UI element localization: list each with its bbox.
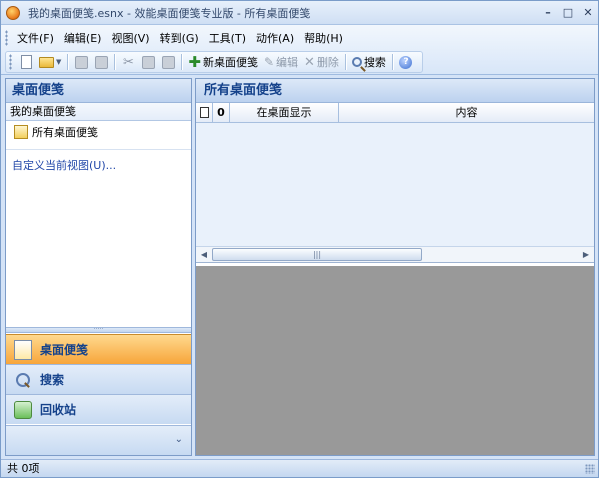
search-button[interactable]: 搜索 [349,52,389,72]
toolbar-separator [181,54,183,70]
nav-divider [6,149,191,150]
column-icon[interactable] [196,103,213,122]
grid-header: 0 在桌面显示 内容 [196,103,594,123]
status-bar: 共 0项 [1,459,598,477]
cut-button[interactable]: ✂ [118,52,138,72]
toolbar: ▼ ✂ ✚ 新桌面便笺 ✎ 编辑 ✕ 删除 搜索 ? [5,51,423,73]
edit-label: 编辑 [276,56,299,69]
pencil-icon: ✎ [263,55,275,69]
help-button[interactable]: ? [396,52,416,72]
close-button[interactable]: ✕ [578,4,598,22]
scroll-thumb[interactable]: ||| [212,248,422,261]
copy-icon [141,55,155,69]
maximize-button[interactable]: □ [558,4,578,22]
app-window: 我的桌面便笺.esnx - 效能桌面便笺专业版 - 所有桌面便笺 – □ ✕ 文… [0,0,599,478]
column-content[interactable]: 内容 [339,103,594,122]
toolbar-separator [67,54,69,70]
minimize-button[interactable]: – [538,4,558,22]
nav-configure-button[interactable]: ⌄ [6,425,191,455]
menu-help[interactable]: 帮助(H) [299,30,348,46]
menu-grip[interactable] [5,30,8,46]
command-bar: 文件(F) 编辑(E) 视图(V) 转到(G) 工具(T) 动作(A) 帮助(H… [1,25,598,75]
menu-file[interactable]: 文件(F) [12,30,59,46]
content-pane: 所有桌面便笺 0 在桌面显示 内容 ◀ ||| ▶ [195,78,595,456]
title-bar: 我的桌面便笺.esnx - 效能桌面便笺专业版 - 所有桌面便笺 – □ ✕ [1,1,598,25]
content-header: 所有桌面便笺 [196,79,594,103]
navigation-pane: 桌面便笺 我的桌面便笺 所有桌面便笺 自定义当前视图(U)... ····· 桌… [5,78,192,456]
status-text: 共 0项 [7,462,40,475]
open-folder-icon [39,56,54,68]
print-icon [74,55,88,69]
chevron-down-icon: ⌄ [174,434,183,445]
menu-bar: 文件(F) 编辑(E) 视图(V) 转到(G) 工具(T) 动作(A) 帮助(H… [5,28,348,48]
nav-button-search[interactable]: 搜索 [6,364,191,394]
nav-button-notes[interactable]: 桌面便笺 [6,334,191,364]
horizontal-scrollbar[interactable]: ◀ ||| ▶ [196,246,594,263]
edit-button[interactable]: ✎ 编辑 [261,52,301,72]
notes-list[interactable] [196,123,594,246]
open-file-button[interactable]: ▼ [36,52,64,72]
delete-label: 删除 [316,56,339,69]
copy-button[interactable] [138,52,158,72]
resize-grip-icon[interactable] [585,464,595,474]
notes-folder-icon [14,125,28,139]
notes-icon [12,339,34,361]
window-title: 我的桌面便笺.esnx - 效能桌面便笺专业版 - 所有桌面便笺 [28,6,311,20]
nav-button-search-label: 搜索 [40,373,65,387]
print-button[interactable] [71,52,91,72]
toolbar-separator [391,54,393,70]
paste-icon [161,55,175,69]
print-preview-icon [94,55,108,69]
recycle-bin-icon [12,399,34,421]
nav-splitter[interactable]: ····· [6,327,191,333]
magnifier-icon [12,369,34,391]
paste-button[interactable] [158,52,178,72]
menu-actions[interactable]: 动作(A) [251,30,299,46]
scroll-track[interactable]: ||| [212,248,578,261]
menu-goto[interactable]: 转到(G) [155,30,204,46]
nav-header: 桌面便笺 [6,79,191,103]
reading-pane [196,266,594,455]
note-type-icon [199,107,209,118]
nav-group-title[interactable]: 我的桌面便笺 [6,103,191,121]
menu-view[interactable]: 视图(V) [106,30,154,46]
column-attachment[interactable]: 0 [213,103,230,122]
scissors-icon: ✂ [122,54,134,70]
toolbar-separator [344,54,346,70]
nav-button-notes-label: 桌面便笺 [40,343,89,357]
toolbar-grip[interactable] [9,54,12,70]
plus-icon: ✚ [188,53,201,71]
menu-edit[interactable]: 编辑(E) [59,30,107,46]
new-document-icon [20,55,32,69]
dropdown-arrow-icon: ▼ [56,58,62,66]
print-preview-button[interactable] [91,52,111,72]
search-label: 搜索 [363,56,386,69]
delete-button[interactable]: ✕ 删除 [301,52,342,72]
nav-button-recycle-label: 回收站 [40,403,77,417]
nav-folder-all-notes[interactable]: 所有桌面便笺 [6,121,191,143]
help-icon: ? [399,55,413,69]
menu-tools[interactable]: 工具(T) [204,30,251,46]
nav-button-recycle[interactable]: 回收站 [6,394,191,424]
delete-x-icon: ✕ [304,54,315,70]
scroll-left-icon[interactable]: ◀ [196,250,212,259]
new-note-button[interactable]: ✚ 新桌面便笺 [185,52,261,72]
app-logo-icon [6,5,20,20]
nav-folder-label: 所有桌面便笺 [32,126,98,139]
column-show-on-desktop[interactable]: 在桌面显示 [230,103,339,122]
toolbar-separator [114,54,116,70]
scroll-right-icon[interactable]: ▶ [578,250,594,259]
new-file-button[interactable] [16,52,36,72]
customize-view-link[interactable]: 自定义当前视图(U)... [6,157,191,173]
search-icon [351,57,362,67]
new-note-label: 新桌面便笺 [202,56,258,69]
